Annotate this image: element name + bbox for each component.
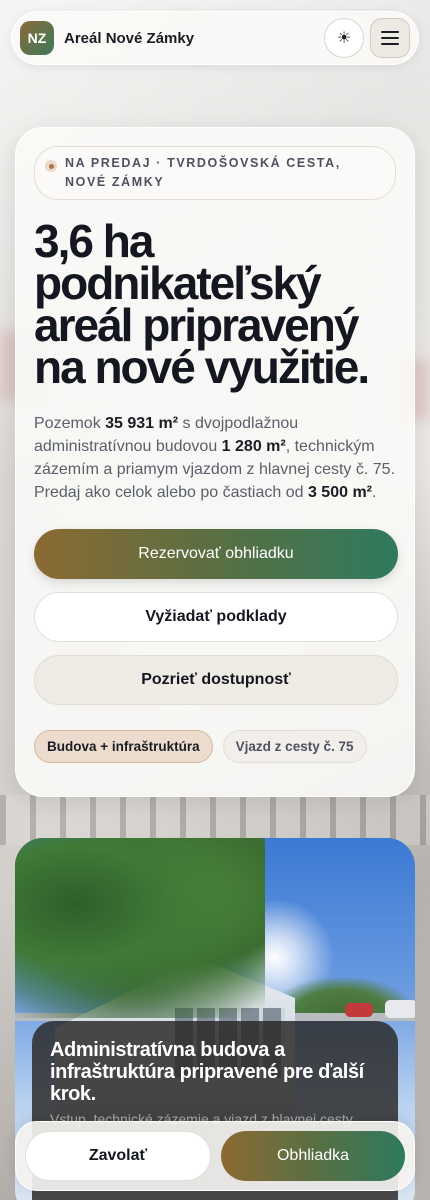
sticky-action-bar: Zavolať Obhliadka xyxy=(15,1121,415,1191)
feature-chips: Budova + infraštruktúra Vjazd z cesty č.… xyxy=(34,730,396,763)
location-badge: NA PREDAJ · TVRDOŠOVSKÁ CESTA, NOVÉ ZÁMK… xyxy=(34,146,396,200)
location-text: NA PREDAJ · TVRDOŠOVSKÁ CESTA, NOVÉ ZÁMK… xyxy=(65,156,341,189)
hero-title-line: podnikateľský xyxy=(34,257,322,309)
hero-title-line: areál pripravený xyxy=(34,299,359,351)
top-header: NZ Areál Nové Zámky ☀ xyxy=(11,11,419,65)
viewing-button[interactable]: Obhliadka xyxy=(221,1131,405,1181)
chip-road-access[interactable]: Vjazd z cesty č. 75 xyxy=(222,730,367,763)
menu-button[interactable] xyxy=(370,18,410,58)
request-documents-button[interactable]: Vyžiadať podklady xyxy=(34,592,398,642)
logo[interactable]: NZ xyxy=(20,21,54,55)
desc-text: Pozemok xyxy=(34,415,106,432)
desc-area-min: 3 500 m² xyxy=(307,484,372,501)
desc-area-building: 1 280 m² xyxy=(221,438,286,455)
desc-text: . xyxy=(372,484,377,501)
status-dot-icon xyxy=(45,160,57,172)
call-button[interactable]: Zavolať xyxy=(25,1131,211,1181)
theme-toggle-button[interactable]: ☀ xyxy=(324,18,364,58)
hero-card: NA PREDAJ · TVRDOŠOVSKÁ CESTA, NOVÉ ZÁMK… xyxy=(15,127,415,797)
brand-name[interactable]: Areál Nové Zámky xyxy=(64,30,194,47)
photo-caption-title: Administratívna budova a infraštruktúra … xyxy=(50,1039,364,1105)
photo-car xyxy=(345,1003,373,1017)
chip-building-infrastructure[interactable]: Budova + infraštruktúra xyxy=(34,730,213,763)
photo-tree xyxy=(15,838,265,1018)
hero-title: 3,6 ha podnikateľský areál pripravený na… xyxy=(34,215,396,393)
view-availability-button[interactable]: Pozrieť dostupnosť xyxy=(34,655,398,705)
desc-area-land: 35 931 m² xyxy=(105,415,179,432)
hero-title-line: 3,6 ha xyxy=(34,215,154,267)
header-actions: ☀ xyxy=(324,18,410,58)
sun-icon: ☀ xyxy=(336,30,352,47)
photo-car xyxy=(385,1000,415,1018)
hamburger-icon xyxy=(381,31,399,45)
hero-description: Pozemok 35 931 m² s dvojpodlažnou admini… xyxy=(34,412,396,504)
book-viewing-button[interactable]: Rezervovať obhliadku xyxy=(34,529,398,579)
hero-title-line: na nové využitie. xyxy=(34,341,370,393)
